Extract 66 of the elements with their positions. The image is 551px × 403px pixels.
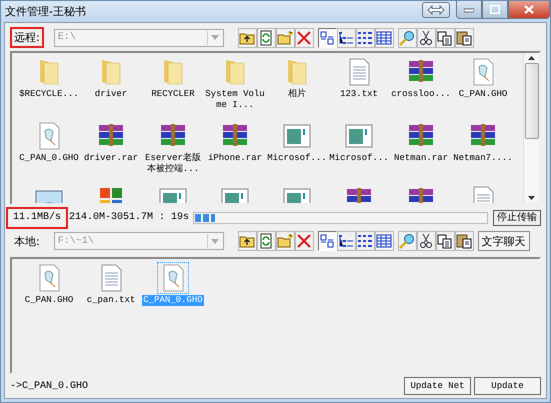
refresh-icon[interactable] — [256, 231, 276, 252]
scrollbar[interactable] — [523, 53, 539, 203]
scroll-up-icon[interactable] — [528, 56, 535, 60]
file-name[interactable]: Microsof... — [328, 153, 390, 164]
dropdown-arrow-icon — [211, 35, 220, 40]
file-name[interactable]: driver.rar — [82, 153, 139, 164]
transfer-speed: 11.1MB/s — [6, 206, 68, 229]
close-icon — [524, 5, 534, 14]
up-icon[interactable] — [238, 28, 257, 48]
newfolder-icon[interactable] — [276, 28, 295, 48]
cut-icon[interactable] — [416, 28, 436, 48]
maximize-icon — [490, 5, 500, 14]
update-button[interactable]: Update — [474, 377, 541, 396]
file-name[interactable]: C_PAN_0.GHO — [18, 153, 80, 164]
scroll-down-icon[interactable] — [528, 196, 535, 200]
file-name[interactable]: iPhone.rar — [206, 153, 263, 164]
remote-label: 远程: — [10, 27, 44, 48]
double-arrow-icon — [427, 5, 445, 15]
dropdown-arrow-icon — [211, 238, 220, 244]
paste-icon[interactable] — [454, 28, 474, 48]
local-label: 本地: — [13, 234, 41, 250]
file-name[interactable]: Netman7.... — [452, 153, 514, 164]
largeicons-icon[interactable] — [318, 231, 337, 252]
details-icon[interactable] — [374, 28, 394, 48]
file-name[interactable]: C_PAN.GHO — [458, 89, 508, 100]
details-icon[interactable] — [374, 231, 394, 252]
smallicons-icon[interactable] — [336, 231, 356, 252]
file-name[interactable]: Microsof... — [266, 153, 328, 164]
largeicons-icon[interactable] — [318, 28, 337, 48]
paste-icon[interactable] — [454, 231, 474, 252]
close-button[interactable] — [508, 1, 550, 19]
file-name[interactable]: Netman.rar — [392, 153, 449, 164]
minimize-icon — [464, 6, 474, 12]
refresh-icon[interactable] — [256, 28, 276, 48]
text-chat-button[interactable]: 文字聊天 — [478, 231, 530, 252]
file-name[interactable]: RECYCLER — [150, 89, 196, 100]
delete-icon[interactable] — [294, 28, 314, 48]
cut-icon[interactable] — [416, 231, 436, 252]
ghost-file-icon[interactable] — [158, 263, 188, 294]
file-name[interactable]: System Volume I... — [204, 89, 266, 112]
transfer-progress-text: 214.0M-3051.7M : 19s — [69, 212, 190, 224]
file-name[interactable]: c_pan.txt — [86, 295, 136, 306]
status-text: ->C_PAN_0.GHO — [10, 380, 88, 392]
newfolder-icon[interactable] — [276, 231, 295, 252]
window-title: 文件管理-王秘书 — [4, 4, 86, 19]
copy-icon[interactable] — [436, 231, 455, 252]
search-icon[interactable] — [398, 231, 417, 252]
swap-button[interactable] — [422, 2, 450, 18]
file-name[interactable]: driver — [94, 89, 128, 100]
copy-icon[interactable] — [436, 28, 455, 48]
minimize-button[interactable] — [456, 1, 482, 19]
file-name[interactable]: 相片 — [287, 89, 307, 100]
update-button[interactable]: Update Net — [404, 377, 471, 396]
maximize-button[interactable] — [482, 1, 508, 19]
smallicons-icon[interactable] — [336, 28, 356, 48]
delete-icon[interactable] — [294, 231, 314, 252]
file-name[interactable]: crossloo... — [390, 89, 452, 100]
file-name[interactable]: C_PAN.GHO — [24, 295, 74, 306]
list-icon[interactable] — [356, 28, 375, 48]
search-icon[interactable] — [398, 28, 417, 48]
list-icon[interactable] — [356, 231, 375, 252]
file-name[interactable]: Eserver老版本被控端... — [142, 153, 204, 176]
stop-transfer-button[interactable]: 停止传输 — [493, 210, 541, 226]
file-name[interactable]: 123.txt — [339, 89, 379, 100]
up-icon[interactable] — [238, 231, 257, 252]
file-name[interactable]: $RECYCLE... — [18, 89, 80, 100]
